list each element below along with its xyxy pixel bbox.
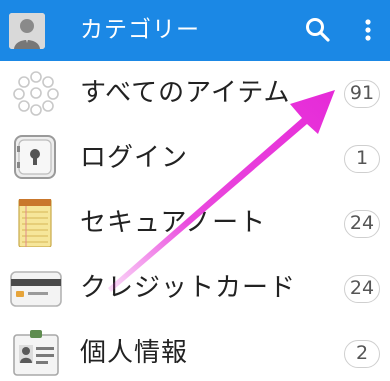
count-badge: 1	[344, 145, 380, 173]
page-title: カテゴリー	[80, 17, 200, 43]
category-item-all[interactable]: すべてのアイテム 91	[0, 61, 390, 126]
category-label: すべてのアイテム	[80, 78, 291, 108]
identity-card-icon	[10, 329, 62, 377]
count-badge: 2	[344, 340, 380, 368]
secure-note-icon	[10, 198, 62, 248]
category-item-login[interactable]: ログイン 1	[0, 126, 390, 191]
count-badge: 91	[344, 80, 380, 108]
more-vert-icon[interactable]	[358, 15, 378, 45]
login-safe-icon	[10, 134, 62, 182]
category-label: ログイン	[80, 143, 189, 173]
search-icon[interactable]	[303, 15, 333, 45]
all-items-icon	[10, 69, 62, 117]
category-list: すべてのアイテム 91 ログイン 1 セキュアノート 24 クレジットカード 2…	[0, 61, 390, 381]
user-avatar-icon[interactable]	[9, 13, 45, 49]
count-badge: 24	[344, 210, 380, 238]
count-badge: 24	[344, 275, 380, 303]
credit-card-icon	[10, 264, 62, 312]
category-label: 個人情報	[80, 338, 189, 368]
category-item-secure-note[interactable]: セキュアノート 24	[0, 191, 390, 256]
app-bar: カテゴリー	[0, 0, 390, 61]
category-label: セキュアノート	[80, 208, 267, 238]
category-item-identity[interactable]: 個人情報 2	[0, 321, 390, 381]
category-label: クレジットカード	[80, 273, 297, 303]
category-item-credit-card[interactable]: クレジットカード 24	[0, 256, 390, 321]
